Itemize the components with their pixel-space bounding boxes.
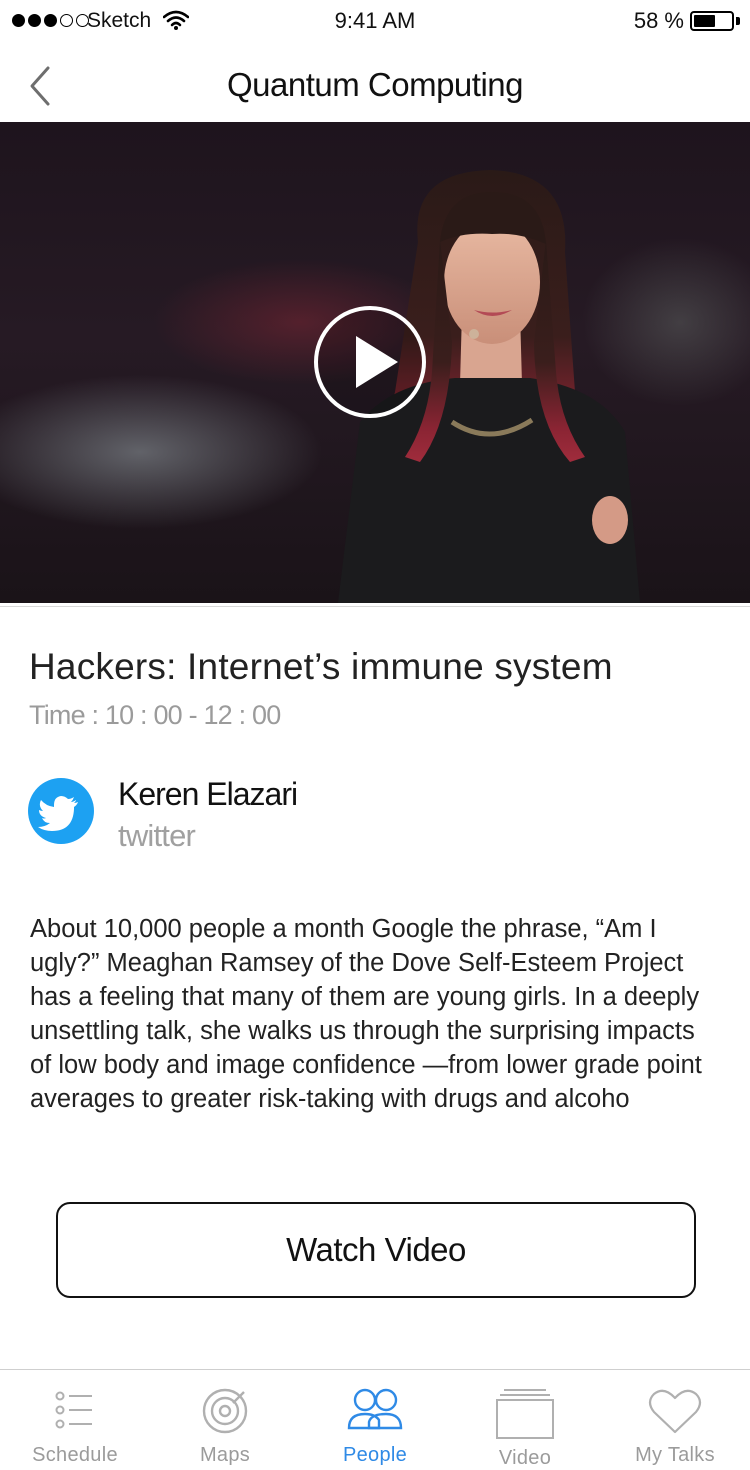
battery-icon <box>690 11 734 31</box>
twitter-button[interactable] <box>28 778 94 844</box>
video-stack-icon <box>496 1389 554 1439</box>
divider <box>0 606 750 607</box>
talk-title: Hackers: Internet’s immune system <box>29 646 613 687</box>
battery-nub <box>736 17 740 25</box>
talk-time: Time : 10 : 00 - 12 : 00 <box>29 700 281 730</box>
talk-description: About 10,000 people a month Google the p… <box>30 915 702 1113</box>
video-thumbnail[interactable] <box>0 122 750 603</box>
play-icon[interactable] <box>312 304 428 420</box>
tab-label: Schedule <box>32 1444 118 1466</box>
watch-video-button[interactable]: Watch Video <box>56 1202 696 1298</box>
tab-label: People <box>342 1444 408 1466</box>
tab-label: My Talks <box>635 1444 715 1466</box>
page-title: Quantum Computing <box>227 66 524 103</box>
speaker-handle[interactable]: twitter <box>118 818 196 854</box>
target-icon <box>202 1388 248 1434</box>
battery-percentage: 58 % <box>633 8 684 33</box>
navigation-bar: Quantum Computing <box>0 42 750 122</box>
people-icon <box>347 1388 403 1430</box>
list-icon <box>55 1391 92 1429</box>
tab-my-talks[interactable]: My Talks <box>600 1370 750 1470</box>
tab-bar: Schedule Maps People Video My Talks <box>0 1369 750 1470</box>
heart-icon <box>648 1389 702 1434</box>
tab-maps[interactable]: Maps <box>150 1370 300 1470</box>
tab-label: Video <box>498 1447 552 1469</box>
tab-video[interactable]: Video <box>450 1370 600 1470</box>
status-bar: Sketch 9:41 AM 58 % <box>0 0 750 42</box>
twitter-icon <box>38 796 78 831</box>
tab-people[interactable]: People <box>300 1370 450 1470</box>
tab-schedule[interactable]: Schedule <box>0 1370 150 1470</box>
tab-label: Maps <box>199 1444 251 1466</box>
speaker-name: Keren Elazari <box>118 776 298 812</box>
